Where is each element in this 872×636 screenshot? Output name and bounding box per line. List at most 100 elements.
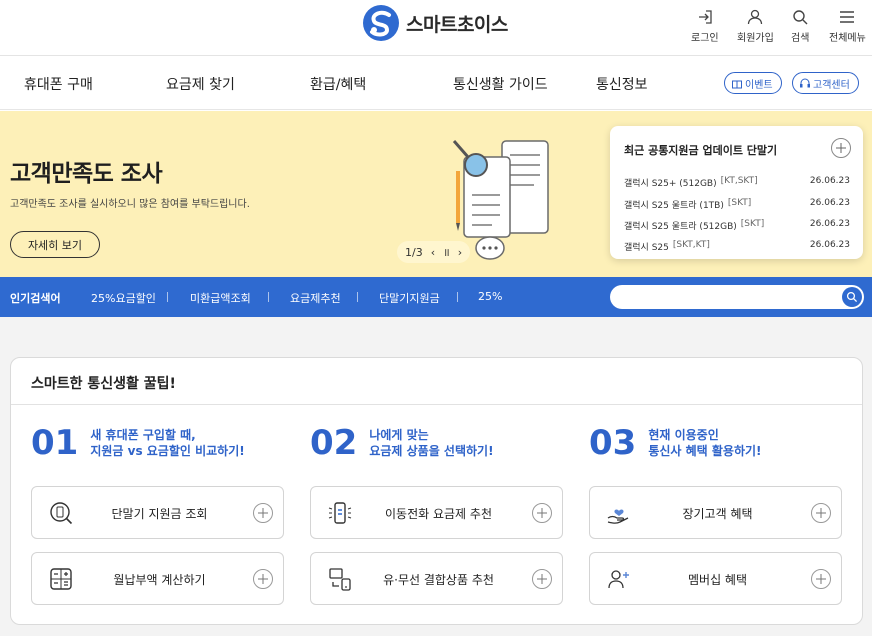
update-card-more-icon[interactable]	[831, 138, 851, 158]
logo-mark-icon	[363, 5, 399, 41]
pager-pause-icon[interactable]: ॥	[443, 245, 450, 260]
bundle-icon	[329, 568, 351, 591]
step-text: 나에게 맞는 요금제 상품을 선택하기!	[369, 427, 493, 459]
device-subsidy-button[interactable]: 단말기 지원금 조회	[31, 486, 284, 539]
update-row-model: 갤럭시 S25 울트라 (512GB)	[624, 222, 737, 232]
tip-button-label: 유·무선 결합상품 추천	[383, 573, 494, 587]
gift-icon	[732, 80, 742, 89]
step-text: 현재 이용중인 통신사 혜택 활용하기!	[648, 427, 761, 459]
nav-item-phone-purchase[interactable]: 휴대폰 구매	[24, 74, 93, 94]
search-icon	[793, 10, 808, 25]
all-menu-label: 전체메뉴	[829, 33, 866, 44]
keyword-divider	[357, 292, 358, 302]
signup-button[interactable]: 회원가입	[737, 8, 774, 44]
login-label: 로그인	[691, 33, 719, 44]
keyword-link[interactable]: 25%요금할인	[91, 290, 156, 306]
update-row[interactable]: 갤럭시 S25 울트라 (512GB) [SKT] 26.06.23	[624, 219, 850, 232]
keyword-divider	[268, 292, 269, 302]
nav-item-refund-benefit[interactable]: 환급/혜택	[310, 74, 366, 94]
tips-panel: 스마트한 통신생활 꿀팁! 01 새 휴대폰 구입할 때, 지원금 vs 요금할…	[10, 357, 863, 625]
phone-recommend-icon	[328, 502, 352, 524]
nav-item-telecom-info[interactable]: 통신정보	[596, 74, 648, 94]
keyword-link[interactable]: 미환급액조회	[190, 290, 251, 306]
membership-icon	[608, 570, 629, 589]
banner-title: 고객만족도 조사	[10, 161, 163, 187]
menu-icon	[840, 11, 855, 23]
popular-label: 인기검색어	[10, 292, 61, 305]
step-text: 새 휴대폰 구입할 때, 지원금 vs 요금할인 비교하기!	[90, 427, 244, 459]
tip-button-label: 이동전화 요금제 추천	[385, 507, 492, 521]
heart-hand-icon	[607, 509, 629, 524]
monthly-payment-calc-button[interactable]: 월납부액 계산하기	[31, 552, 284, 605]
plan-recommend-button[interactable]: 이동전화 요금제 추천	[310, 486, 563, 539]
step-line: 새 휴대폰 구입할 때,	[90, 428, 196, 442]
tip-button-label: 월납부액 계산하기	[113, 573, 206, 587]
update-row-carrier: [SKT,KT]	[672, 240, 710, 250]
tip-step: 02 나에게 맞는 요금제 상품을 선택하기!	[310, 426, 494, 460]
device-update-card: 최근 공통지원금 업데이트 단말기 갤럭시 S25+ (512GB) [KT,S…	[610, 126, 863, 259]
top-header: 스마트초이스 로그인 회원가입 검색 전체메뉴	[0, 0, 872, 56]
phone-search-icon	[50, 502, 73, 525]
tip-button-label: 장기고객 혜택	[682, 507, 753, 521]
long-term-benefit-button[interactable]: 장기고객 혜택	[589, 486, 842, 539]
keyword-link[interactable]: 25%	[478, 290, 502, 303]
keyword-link[interactable]: 단말기지원금	[379, 290, 440, 306]
user-icon	[748, 9, 763, 25]
support-center-button[interactable]: 고객센터	[792, 72, 859, 94]
keyword-divider	[457, 292, 458, 302]
update-row-date: 26.06.23	[809, 240, 850, 250]
login-icon	[698, 10, 712, 24]
plus-icon	[532, 503, 552, 523]
pager-count: 1/3	[405, 245, 423, 259]
signup-label: 회원가입	[737, 33, 774, 44]
update-row-carrier: [SKT]	[727, 198, 752, 208]
step-number: 02	[310, 423, 358, 463]
update-row[interactable]: 갤럭시 S25+ (512GB) [KT,SKT] 26.06.23	[624, 176, 850, 189]
support-center-label: 고객센터	[813, 79, 850, 91]
update-row-model: 갤럭시 S25	[624, 243, 669, 253]
keyword-link[interactable]: 요금제추천	[290, 290, 341, 306]
search-input[interactable]	[620, 288, 838, 306]
update-row-carrier: [KT,SKT]	[720, 176, 758, 186]
login-button[interactable]: 로그인	[691, 8, 719, 44]
banner-pager: 1/3 ‹ ॥ ›	[397, 241, 471, 263]
headset-icon	[800, 78, 810, 88]
banner-detail-button[interactable]: 자세히 보기	[10, 231, 100, 258]
bundle-recommend-button[interactable]: 유·무선 결합상품 추천	[310, 552, 563, 605]
logo-text: 스마트초이스	[406, 13, 508, 36]
step-line: 지원금 vs 요금할인 비교하기!	[90, 444, 245, 458]
update-row[interactable]: 갤럭시 S25 [SKT,KT] 26.06.23	[624, 240, 850, 253]
update-row-date: 26.06.23	[809, 198, 850, 208]
membership-benefit-button[interactable]: 멤버십 혜택	[589, 552, 842, 605]
search-button[interactable]: 검색	[791, 8, 809, 44]
all-menu-button[interactable]: 전체메뉴	[829, 8, 866, 44]
site-logo[interactable]: 스마트초이스	[362, 4, 508, 42]
update-row-date: 26.06.23	[809, 176, 850, 186]
nav-item-telecom-guide[interactable]: 통신생활 가이드	[453, 74, 548, 94]
search-box	[610, 285, 864, 309]
update-row[interactable]: 갤럭시 S25 울트라 (1TB) [SKT] 26.06.23	[624, 198, 850, 211]
step-number: 01	[31, 423, 79, 463]
pager-next-icon[interactable]: ›	[458, 246, 462, 259]
tips-divider	[11, 404, 862, 405]
step-line: 통신사 혜택 활용하기!	[648, 444, 762, 458]
plus-icon	[811, 503, 831, 523]
plus-icon	[253, 503, 273, 523]
search-submit-button[interactable]	[842, 287, 862, 307]
step-line: 나에게 맞는	[369, 428, 429, 442]
step-number: 03	[589, 423, 637, 463]
pager-prev-icon[interactable]: ‹	[431, 246, 435, 259]
update-row-model: 갤럭시 S25+ (512GB)	[624, 179, 717, 189]
nav-item-plan-finder[interactable]: 요금제 찾기	[166, 74, 235, 94]
update-row-model: 갤럭시 S25 울트라 (1TB)	[624, 201, 724, 211]
tip-step: 03 현재 이용중인 통신사 혜택 활용하기!	[589, 426, 762, 460]
search-label: 검색	[791, 33, 810, 44]
tip-button-label: 멤버십 혜택	[687, 573, 747, 587]
tip-step: 01 새 휴대폰 구입할 때, 지원금 vs 요금할인 비교하기!	[31, 426, 245, 460]
keyword-divider	[167, 292, 168, 302]
update-row-date: 26.06.23	[809, 219, 850, 229]
plus-icon	[253, 569, 273, 589]
step-line: 요금제 상품을 선택하기!	[369, 444, 494, 458]
tips-title: 스마트한 통신생활 꿀팁!	[31, 376, 176, 392]
event-button[interactable]: 이벤트	[724, 72, 782, 94]
